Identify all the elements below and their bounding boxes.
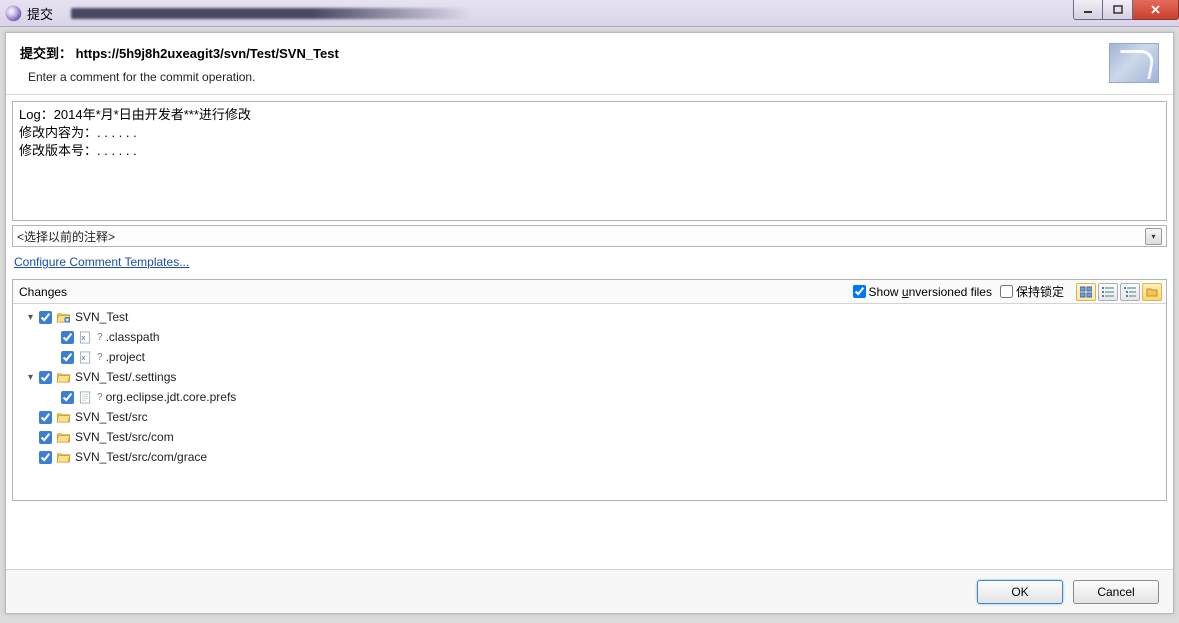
expander-icon[interactable] [25, 372, 36, 383]
changes-panel: Changes Show unversioned files 保持锁定 SV [12, 279, 1167, 501]
tree-item-checkbox[interactable] [39, 371, 52, 384]
keep-lock-label: 保持锁定 [1016, 283, 1064, 300]
tree-item-checkbox[interactable] [61, 331, 74, 344]
tree-item-checkbox[interactable] [61, 391, 74, 404]
folder-open-icon [55, 370, 71, 384]
tree-item-checkbox[interactable] [61, 351, 74, 364]
tree-item-checkbox[interactable] [39, 411, 52, 424]
tree-item-label: SVN_Test/.settings [75, 370, 176, 384]
file-icon [77, 390, 93, 404]
folder-open-icon [55, 410, 71, 424]
dialog-title: 提交到： https://5h9j8h2uxeagit3/svn/Test/SV… [20, 43, 1101, 62]
chevron-down-icon[interactable]: ▾ [1145, 228, 1162, 245]
title-url: https://5h9j8h2uxeagit3/svn/Test/SVN_Tes… [76, 46, 339, 61]
collapse-all-icon[interactable] [1142, 283, 1162, 301]
tree-item-checkbox[interactable] [39, 451, 52, 464]
compressed-tree-icon[interactable] [1120, 283, 1140, 301]
commit-comment-input[interactable]: Log：2014年*月*日由开发者***进行修改 修改内容为：. . . . .… [12, 101, 1167, 221]
tree-item-label: SVN_Test [75, 310, 128, 324]
svn-brand-icon [1109, 43, 1159, 83]
tree-item-checkbox[interactable] [39, 431, 52, 444]
tree-item-label: .project [106, 350, 145, 364]
folder-open-icon [55, 450, 71, 464]
changes-label: Changes [19, 285, 853, 299]
tree-item-label: org.eclipse.jdt.core.prefs [106, 390, 237, 404]
tree-item-label: SVN_Test/src/com/grace [75, 450, 207, 464]
dialog-footer: OK Cancel [6, 569, 1173, 613]
show-unversioned-checkbox[interactable]: Show unversioned files [853, 285, 992, 299]
tree-row[interactable]: SVN_Test/src/com/grace [25, 447, 1162, 467]
maximize-button[interactable] [1103, 0, 1133, 20]
tree-row[interactable]: SVN_Test/src [25, 407, 1162, 427]
flat-list-icon[interactable] [1098, 283, 1118, 301]
minimize-button[interactable] [1073, 0, 1103, 20]
folder-shared-icon [55, 310, 71, 324]
window-title: 提交 [27, 4, 53, 23]
show-unversioned-label: Show unversioned files [869, 285, 992, 299]
tree-row[interactable]: SVN_Test/src/com [25, 427, 1162, 447]
title-bar: 提交 [0, 0, 1179, 27]
status-badge: ? [97, 392, 103, 403]
previous-comments-placeholder: <选择以前的注释> [17, 228, 1145, 245]
tree-row[interactable]: ?.project [25, 347, 1162, 367]
changes-toolbar [1076, 283, 1162, 301]
changes-header: Changes Show unversioned files 保持锁定 [13, 280, 1166, 304]
dialog-header: 提交到： https://5h9j8h2uxeagit3/svn/Test/SV… [6, 33, 1173, 95]
folder-open-icon [55, 430, 71, 444]
tree-item-label: .classpath [106, 330, 160, 344]
dialog-subtitle: Enter a comment for the commit operation… [20, 70, 1101, 84]
close-button[interactable] [1133, 0, 1179, 20]
status-badge: ? [97, 352, 103, 363]
title-blur [71, 8, 471, 19]
xml-file-icon [77, 330, 93, 344]
cancel-button[interactable]: Cancel [1073, 580, 1159, 604]
tree-item-label: SVN_Test/src/com [75, 430, 174, 444]
tree-row[interactable]: ?.classpath [25, 327, 1162, 347]
tree-item-checkbox[interactable] [39, 311, 52, 324]
app-icon [6, 6, 21, 21]
commit-dialog: 提交到： https://5h9j8h2uxeagit3/svn/Test/SV… [5, 32, 1174, 614]
xml-file-icon [77, 350, 93, 364]
window-buttons [1073, 0, 1179, 20]
title-prefix: 提交到： [20, 46, 72, 61]
keep-lock-checkbox[interactable]: 保持锁定 [1000, 283, 1064, 300]
previous-comments-combo[interactable]: <选择以前的注释> ▾ [12, 225, 1167, 247]
status-badge: ? [97, 332, 103, 343]
tree-row[interactable]: SVN_Test/.settings [25, 367, 1162, 387]
tree-item-label: SVN_Test/src [75, 410, 148, 424]
changes-tree[interactable]: SVN_Test?.classpath?.projectSVN_Test/.se… [13, 304, 1166, 470]
tree-row[interactable]: ?org.eclipse.jdt.core.prefs [25, 387, 1162, 407]
tree-row[interactable]: SVN_Test [25, 307, 1162, 327]
ok-button[interactable]: OK [977, 580, 1063, 604]
tree-view-icon[interactable] [1076, 283, 1096, 301]
expander-icon[interactable] [25, 312, 36, 323]
configure-templates-link[interactable]: Configure Comment Templates... [14, 255, 189, 269]
